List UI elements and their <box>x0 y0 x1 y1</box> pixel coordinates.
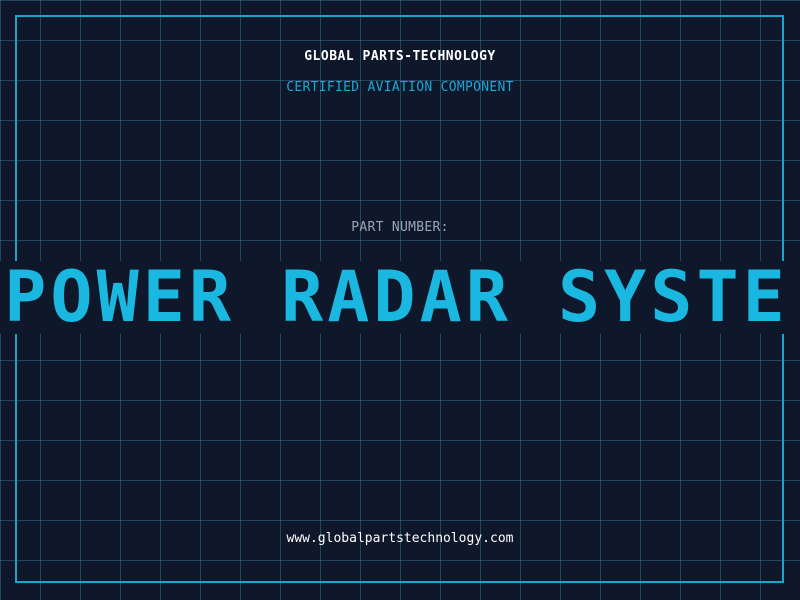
part-number-banner: N POWER RADAR SYSTE <box>0 261 800 334</box>
company-name: GLOBAL PARTS-TECHNOLOGY <box>304 49 496 64</box>
part-number-value: N POWER RADAR SYSTE <box>0 261 789 334</box>
part-number-label: PART NUMBER: <box>351 220 449 235</box>
website-url: www.globalpartstechnology.com <box>286 531 514 546</box>
certificate-page: GLOBAL PARTS-TECHNOLOGY CERTIFIED AVIATI… <box>0 0 800 600</box>
tagline: CERTIFIED AVIATION COMPONENT <box>286 80 514 95</box>
